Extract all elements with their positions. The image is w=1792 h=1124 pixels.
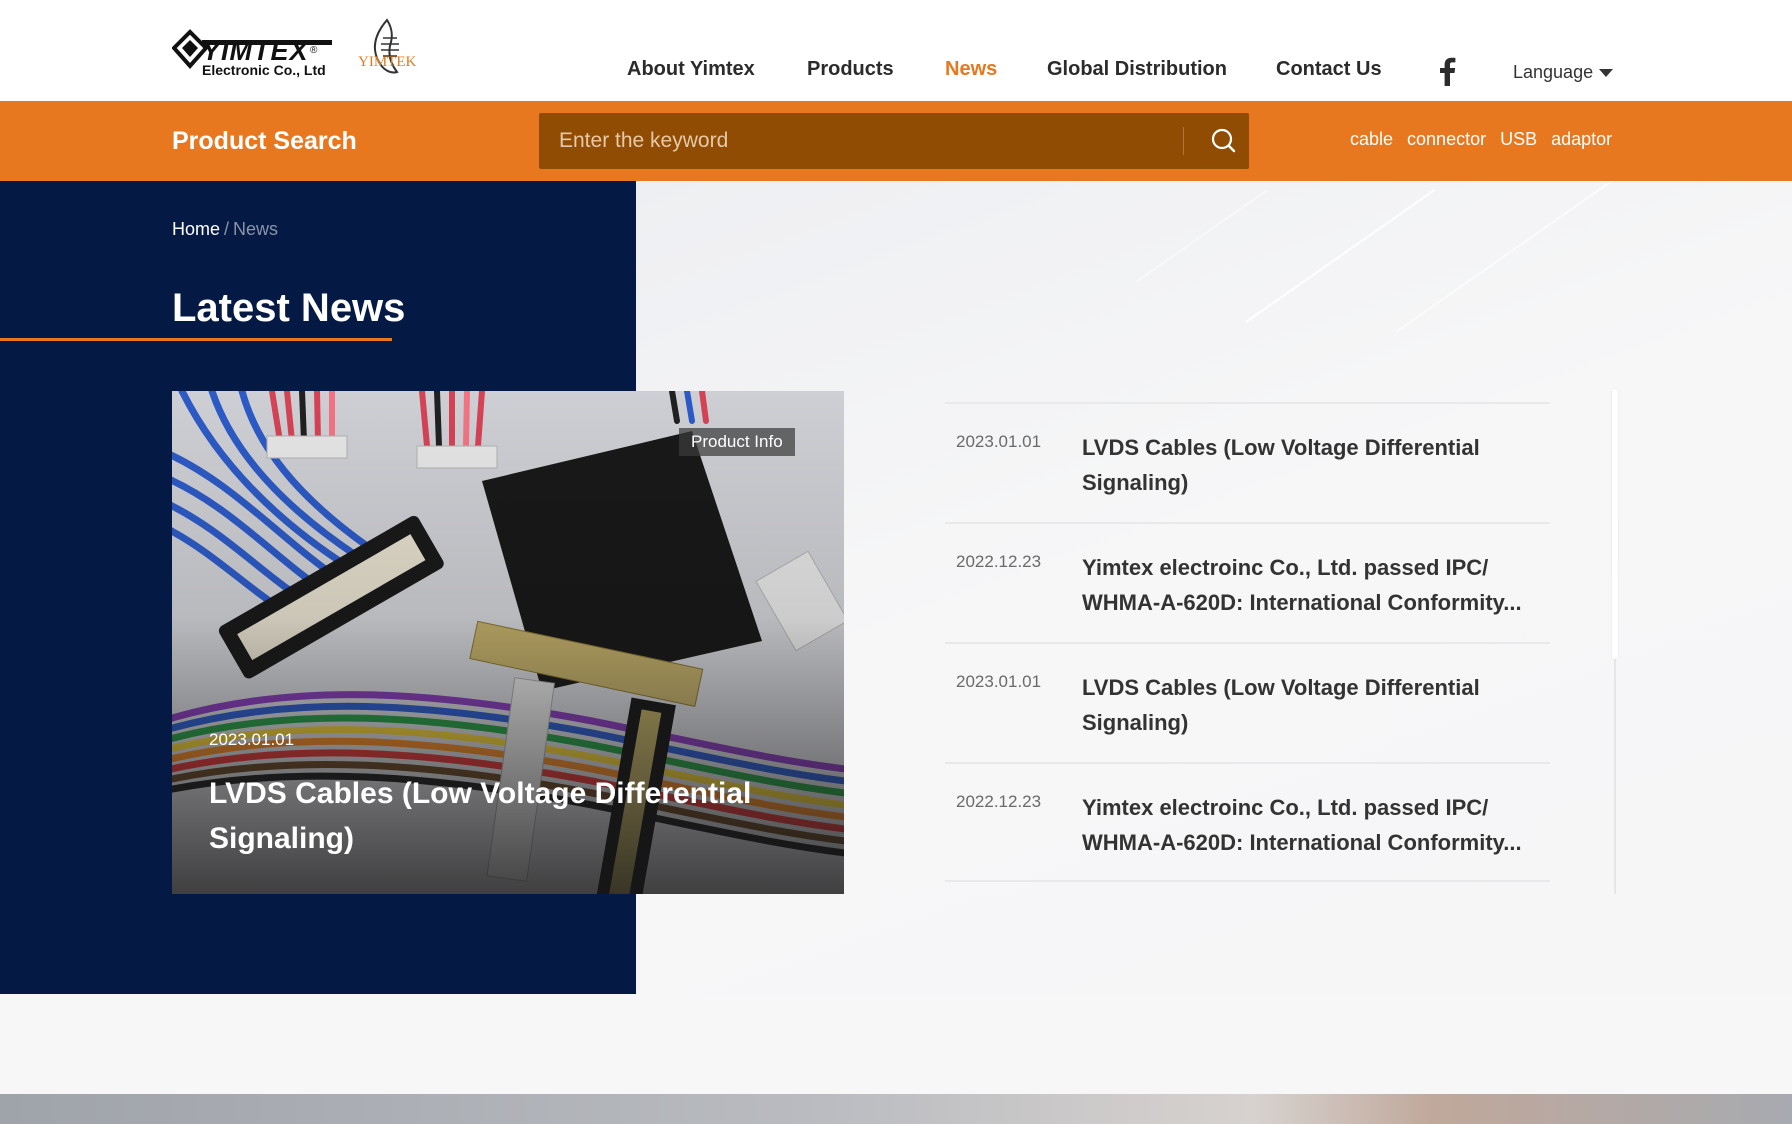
page-title: Latest News <box>172 286 406 330</box>
tag-adaptor[interactable]: adaptor <box>1551 129 1612 150</box>
nav-global-distribution[interactable]: Global Distribution <box>1047 58 1227 81</box>
tag-usb[interactable]: USB <box>1500 129 1537 150</box>
logo-yimtek-text: YIMTEK <box>358 54 417 70</box>
search-tags: cable connector USB adaptor <box>1350 129 1626 153</box>
news-item[interactable]: 2023.01.01 LVDS Cables (Low Voltage Diff… <box>945 402 1550 522</box>
logo-subtitle: Electronic Co., Ltd <box>202 62 326 78</box>
news-date: 2022.12.23 <box>956 792 1042 811</box>
news-title[interactable]: Yimtex electroinc Co., Ltd. passed IPC/ … <box>1082 550 1542 620</box>
search-input[interactable] <box>539 113 1179 169</box>
title-underline <box>0 338 392 341</box>
language-label: Language <box>1513 62 1594 82</box>
news-item[interactable]: 2023.01.01 LVDS Cables (Low Voltage Diff… <box>945 642 1550 762</box>
yimtek-emblem-icon <box>373 18 399 74</box>
breadcrumb: Home / News <box>172 219 278 240</box>
facebook-icon[interactable] <box>1436 56 1458 86</box>
search-title: Product Search <box>172 127 357 155</box>
nav-contact[interactable]: Contact Us <box>1276 58 1382 81</box>
yimtex-logo[interactable]: YIMTEX ® Electronic Co., Ltd YIMTEK <box>172 18 422 84</box>
featured-title[interactable]: LVDS Cables (Low Voltage Differential Si… <box>209 771 809 861</box>
news-date: 2023.01.01 <box>956 672 1042 691</box>
decorative-streak <box>1135 189 1268 283</box>
news-scrollbar-thumb[interactable] <box>1612 389 1618 659</box>
next-section-banner <box>0 1094 1792 1124</box>
category-badge: Product Info <box>679 428 795 456</box>
caret-down-icon <box>1599 69 1614 78</box>
breadcrumb-home[interactable]: Home <box>172 219 220 239</box>
featured-news-card[interactable]: Product Info 2023.01.01 LVDS Cables (Low… <box>172 391 844 894</box>
site-header: YIMTEX ® Electronic Co., Ltd YIMTEK Abou… <box>0 0 1792 101</box>
nav-about[interactable]: About Yimtex <box>627 58 755 81</box>
breadcrumb-separator: / <box>224 219 230 239</box>
tag-connector[interactable]: connector <box>1407 129 1486 150</box>
decorative-streak <box>1245 189 1435 323</box>
news-title[interactable]: LVDS Cables (Low Voltage Differential Si… <box>1082 670 1542 740</box>
news-item[interactable]: 2022.12.23 Yimtex electroinc Co., Ltd. p… <box>945 522 1550 642</box>
news-title[interactable]: Yimtex electroinc Co., Ltd. passed IPC/ … <box>1082 790 1542 860</box>
featured-date: 2023.01.01 <box>209 730 295 749</box>
search-box <box>539 113 1249 169</box>
decorative-streak <box>1395 181 1618 333</box>
news-date: 2023.01.01 <box>956 432 1042 451</box>
news-item[interactable]: 2022.12.23 Yimtex electroinc Co., Ltd. p… <box>945 762 1550 882</box>
news-title[interactable]: LVDS Cables (Low Voltage Differential Si… <box>1082 430 1542 500</box>
product-search-bar: Product Search cable connector USB adaptor <box>0 101 1792 181</box>
search-icon[interactable] <box>1199 113 1249 169</box>
news-list: 2023.01.01 LVDS Cables (Low Voltage Diff… <box>945 402 1550 882</box>
tag-cable[interactable]: cable <box>1350 129 1393 150</box>
search-divider <box>1183 127 1184 155</box>
logo-registered: ® <box>310 45 318 56</box>
language-selector[interactable]: Language <box>1513 62 1614 83</box>
news-date: 2022.12.23 <box>956 552 1042 571</box>
nav-news[interactable]: News <box>945 58 997 81</box>
nav-products[interactable]: Products <box>807 58 894 81</box>
breadcrumb-current: News <box>233 219 279 239</box>
